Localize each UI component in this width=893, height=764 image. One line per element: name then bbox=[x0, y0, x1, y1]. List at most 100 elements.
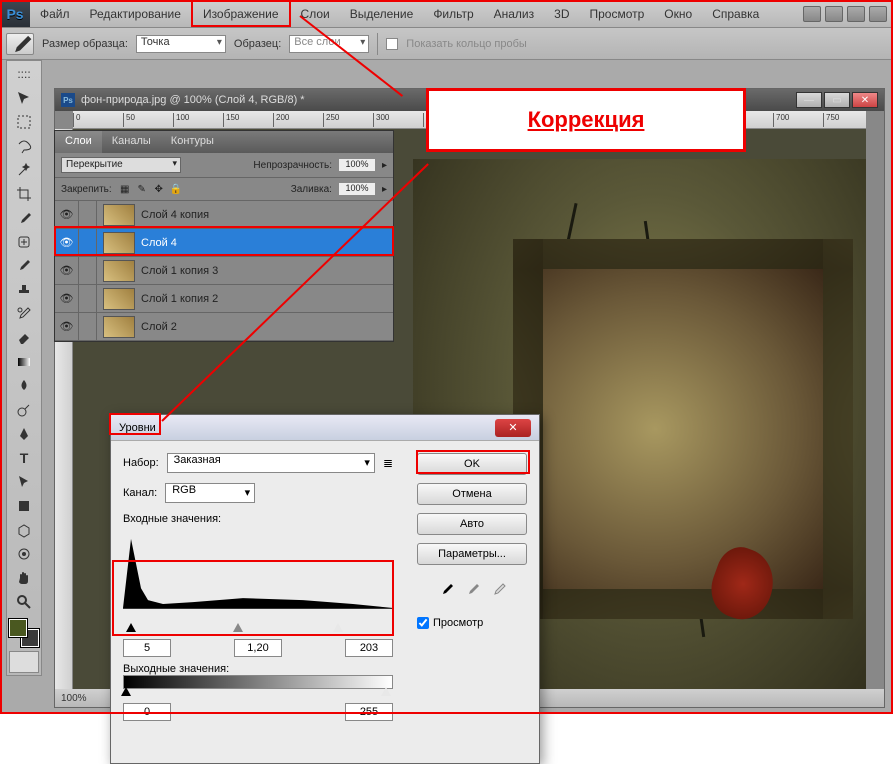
visibility-icon[interactable]: 👁 bbox=[55, 229, 79, 256]
lock-transparency-icon[interactable]: ▦ bbox=[118, 182, 132, 196]
lock-all-icon[interactable]: 🔒 bbox=[169, 182, 183, 196]
window-close-button[interactable]: ✕ bbox=[852, 92, 878, 108]
link-cell[interactable] bbox=[79, 229, 97, 256]
eyedropper-tool-icon[interactable] bbox=[6, 33, 34, 55]
output-slider[interactable] bbox=[123, 691, 393, 699]
quickmask-toggle[interactable] bbox=[9, 651, 39, 673]
tab-paths[interactable]: Контуры bbox=[161, 131, 224, 153]
menu-3d[interactable]: 3D bbox=[544, 0, 579, 27]
auto-button[interactable]: Авто bbox=[417, 513, 527, 535]
layer-name[interactable]: Слой 2 bbox=[141, 321, 177, 333]
layer-thumbnail[interactable] bbox=[103, 260, 135, 282]
black-eyedropper-icon[interactable] bbox=[438, 581, 454, 597]
visibility-icon[interactable]: 👁 bbox=[55, 313, 79, 340]
minibridge-icon[interactable] bbox=[847, 6, 865, 22]
output-white-field[interactable] bbox=[345, 703, 393, 721]
menu-select[interactable]: Выделение bbox=[340, 0, 424, 27]
bridge-icon[interactable] bbox=[825, 6, 843, 22]
output-white-handle[interactable] bbox=[381, 687, 391, 696]
dialog-close-button[interactable]: ✕ bbox=[495, 419, 531, 437]
menu-help[interactable]: Справка bbox=[702, 0, 769, 27]
gradient-tool[interactable] bbox=[9, 351, 39, 373]
pen-tool[interactable] bbox=[9, 423, 39, 445]
foreground-color[interactable] bbox=[9, 619, 27, 637]
layer-thumbnail[interactable] bbox=[103, 204, 135, 226]
window-maximize-button[interactable]: ▭ bbox=[824, 92, 850, 108]
preset-menu-icon[interactable]: ≣ bbox=[383, 456, 393, 470]
eraser-tool[interactable] bbox=[9, 327, 39, 349]
preset-select[interactable]: Заказная bbox=[167, 453, 375, 473]
fill-value[interactable]: 100% bbox=[338, 182, 376, 196]
layer-row[interactable]: 👁 Слой 1 копия 2 bbox=[55, 285, 393, 313]
screenmode-icon[interactable] bbox=[869, 6, 887, 22]
layer-thumbnail[interactable] bbox=[103, 316, 135, 338]
path-select-tool[interactable] bbox=[9, 471, 39, 493]
output-gradient[interactable] bbox=[123, 675, 393, 689]
hand-tool[interactable] bbox=[9, 567, 39, 589]
color-swatches[interactable] bbox=[9, 619, 39, 647]
move-tool[interactable] bbox=[9, 87, 39, 109]
chevron-right-icon[interactable]: ▸ bbox=[382, 184, 387, 195]
crop-tool[interactable] bbox=[9, 183, 39, 205]
zoom-tool[interactable] bbox=[9, 591, 39, 613]
layer-name[interactable]: Слой 1 копия 3 bbox=[141, 265, 218, 277]
gray-eyedropper-icon[interactable] bbox=[464, 581, 480, 597]
menu-image[interactable]: Изображение bbox=[191, 0, 291, 27]
layer-row[interactable]: 👁 Слой 2 bbox=[55, 313, 393, 341]
menu-layers[interactable]: Слои bbox=[291, 0, 340, 27]
link-cell[interactable] bbox=[79, 257, 97, 284]
menu-view[interactable]: Просмотр bbox=[579, 0, 654, 27]
link-cell[interactable] bbox=[79, 313, 97, 340]
layer-name[interactable]: Слой 4 bbox=[141, 237, 177, 249]
layer-thumbnail[interactable] bbox=[103, 288, 135, 310]
window-minimize-button[interactable]: — bbox=[796, 92, 822, 108]
input-white-field[interactable] bbox=[345, 639, 393, 657]
tab-layers[interactable]: Слои bbox=[55, 131, 102, 153]
link-cell[interactable] bbox=[79, 201, 97, 228]
menu-file[interactable]: Файл bbox=[30, 0, 80, 27]
history-brush-tool[interactable] bbox=[9, 303, 39, 325]
zoom-level[interactable]: 100% bbox=[61, 693, 87, 704]
lasso-tool[interactable] bbox=[9, 135, 39, 157]
input-gamma-field[interactable] bbox=[234, 639, 282, 657]
ok-button[interactable]: OK bbox=[417, 453, 527, 475]
blend-mode-select[interactable]: Перекрытие bbox=[61, 157, 181, 173]
cancel-button[interactable]: Отмена bbox=[417, 483, 527, 505]
gamma-handle[interactable] bbox=[233, 623, 243, 632]
eyedropper-tool[interactable] bbox=[9, 207, 39, 229]
layer-name[interactable]: Слой 4 копия bbox=[141, 209, 209, 221]
3d-tool[interactable] bbox=[9, 519, 39, 541]
extension-icon[interactable] bbox=[803, 6, 821, 22]
tab-channels[interactable]: Каналы bbox=[102, 131, 161, 153]
layer-name[interactable]: Слой 1 копия 2 bbox=[141, 293, 218, 305]
opacity-value[interactable]: 100% bbox=[338, 158, 376, 172]
heal-tool[interactable] bbox=[9, 231, 39, 253]
channel-select[interactable]: RGB bbox=[165, 483, 255, 503]
wand-tool[interactable] bbox=[9, 159, 39, 181]
white-point-handle[interactable] bbox=[333, 623, 343, 632]
visibility-icon[interactable]: 👁 bbox=[55, 201, 79, 228]
input-black-field[interactable] bbox=[123, 639, 171, 657]
link-cell[interactable] bbox=[79, 285, 97, 312]
menu-window[interactable]: Окно bbox=[654, 0, 702, 27]
menu-edit[interactable]: Редактирование bbox=[80, 0, 191, 27]
layer-row[interactable]: 👁 Слой 4 копия bbox=[55, 201, 393, 229]
visibility-icon[interactable]: 👁 bbox=[55, 257, 79, 284]
blur-tool[interactable] bbox=[9, 375, 39, 397]
options-button[interactable]: Параметры... bbox=[417, 543, 527, 565]
ring-checkbox[interactable] bbox=[386, 38, 398, 50]
lock-position-icon[interactable]: ✥ bbox=[152, 182, 166, 196]
layer-row[interactable]: 👁 Слой 1 копия 3 bbox=[55, 257, 393, 285]
menu-filter[interactable]: Фильтр bbox=[423, 0, 483, 27]
stamp-tool[interactable] bbox=[9, 279, 39, 301]
camera-tool[interactable] bbox=[9, 543, 39, 565]
input-slider[interactable] bbox=[123, 627, 393, 635]
layer-thumbnail[interactable] bbox=[103, 232, 135, 254]
lock-pixels-icon[interactable]: ✎ bbox=[135, 182, 149, 196]
chevron-right-icon[interactable]: ▸ bbox=[382, 160, 387, 171]
layer-row[interactable]: 👁 Слой 4 bbox=[55, 229, 393, 257]
shape-tool[interactable] bbox=[9, 495, 39, 517]
marquee-tool[interactable] bbox=[9, 111, 39, 133]
type-tool[interactable]: T bbox=[9, 447, 39, 469]
sample-size-select[interactable]: Точка bbox=[136, 35, 226, 53]
